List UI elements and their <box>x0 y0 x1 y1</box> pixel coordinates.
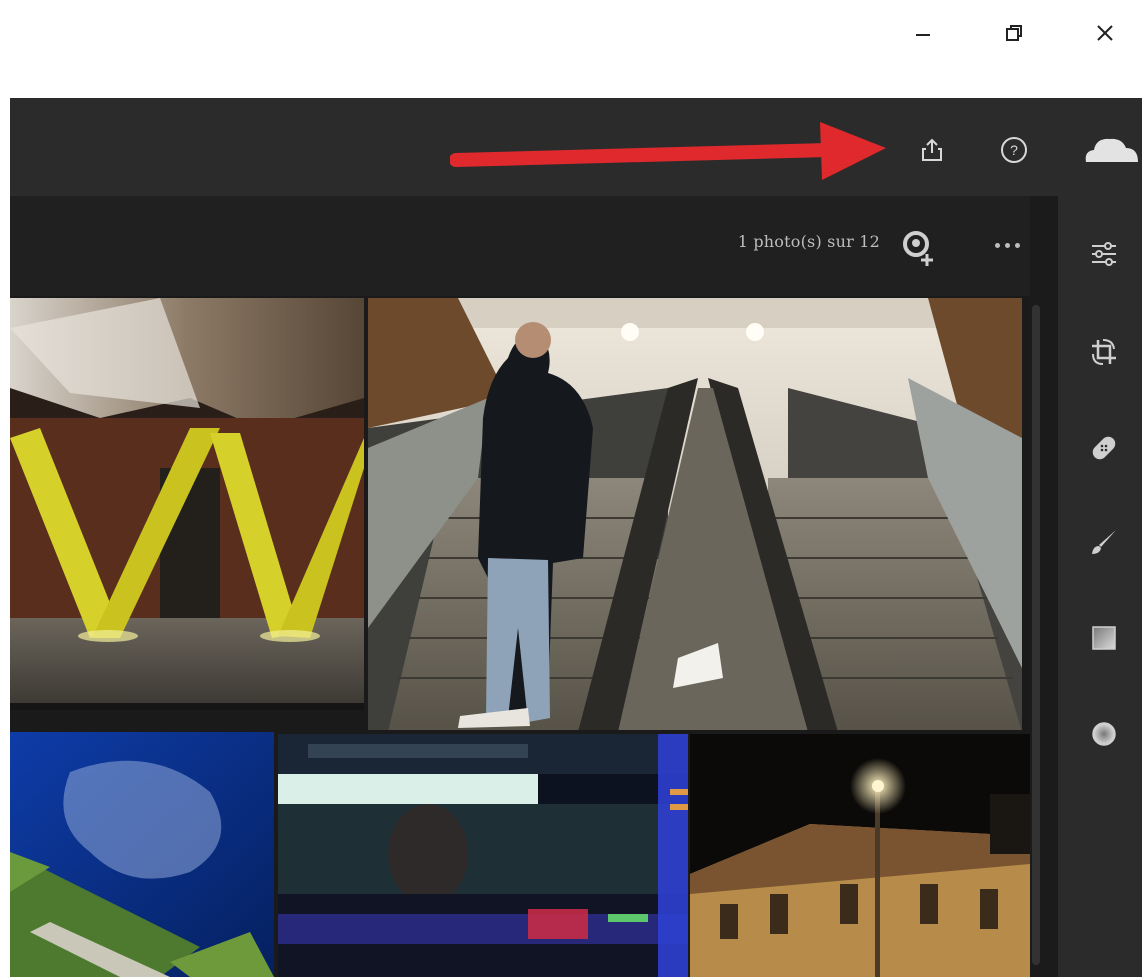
photo-thumbnail-selected[interactable] <box>368 298 1022 732</box>
edit-tools-rail <box>1058 196 1142 977</box>
red-arrow-annotation <box>450 122 886 180</box>
minimize-button[interactable] <box>900 12 946 54</box>
street-lamp-building-image <box>690 734 1030 977</box>
window-titlebar <box>0 0 1142 98</box>
linear-gradient-button[interactable] <box>1084 618 1124 658</box>
edit-sliders-button[interactable] <box>1084 234 1124 274</box>
healing-icon <box>1092 436 1116 460</box>
blurred-train-image <box>278 734 688 977</box>
photo-thumbnail[interactable] <box>10 298 364 710</box>
radial-gradient-button[interactable] <box>1084 714 1124 754</box>
restore-button[interactable] <box>991 12 1037 54</box>
brush-icon <box>1092 530 1116 554</box>
photo-thumbnail[interactable] <box>278 734 688 977</box>
blue-night-grass-image <box>10 732 274 977</box>
radial-gradient-icon <box>1092 722 1116 746</box>
cloud-icon <box>1085 138 1138 162</box>
help-button[interactable]: ? <box>994 130 1034 170</box>
grid-scrollbar[interactable] <box>1032 305 1040 965</box>
yellow-v-pillars-image <box>10 298 364 710</box>
photo-grid <box>10 296 1030 977</box>
healing-button[interactable] <box>1084 428 1124 468</box>
more-options-button[interactable] <box>987 235 1027 255</box>
photo-count: 1 photo(s) sur 12 <box>737 232 880 251</box>
man-on-escalator-image <box>368 298 1022 732</box>
photo-thumbnail[interactable] <box>10 732 274 977</box>
brush-button[interactable] <box>1084 522 1124 562</box>
svg-text:?: ? <box>1010 142 1018 158</box>
share-button[interactable] <box>912 130 952 170</box>
photo-thumbnail[interactable] <box>690 734 1030 977</box>
close-icon <box>1097 25 1113 41</box>
minimize-icon <box>916 34 930 36</box>
add-people-icon <box>903 231 933 266</box>
crop-button[interactable] <box>1084 332 1124 372</box>
cloud-sync-button[interactable] <box>1078 130 1142 170</box>
edit-sliders-icon <box>1092 242 1116 266</box>
more-icon <box>994 242 1000 248</box>
crop-icon <box>1092 339 1116 365</box>
add-people-button[interactable] <box>898 228 938 268</box>
close-button[interactable] <box>1082 12 1128 54</box>
share-icon <box>922 138 942 161</box>
linear-gradient-icon <box>1092 626 1116 650</box>
restore-icon <box>1006 25 1022 41</box>
library-toolbar: 1 photo(s) sur 12 <box>10 196 1030 296</box>
help-icon: ? <box>1001 137 1027 163</box>
